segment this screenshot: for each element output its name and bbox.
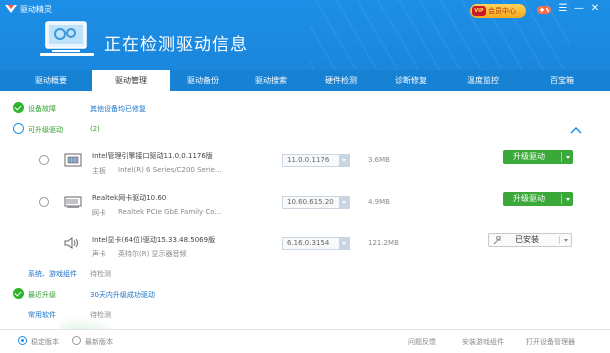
- menu-button[interactable]: ☰: [557, 3, 569, 15]
- version-dropdown[interactable]: 10.60.615.20: [282, 196, 350, 209]
- page-title: 正在检测驱动信息: [104, 35, 248, 55]
- button-divider: [559, 236, 560, 244]
- driver-name: Realtek网卡驱动10.60: [92, 194, 167, 202]
- success-check-icon: [13, 288, 24, 299]
- minimize-button[interactable]: —: [573, 3, 585, 15]
- installed-label: 已安装: [515, 235, 539, 244]
- tab-diagnose-repair[interactable]: 诊断修复: [376, 70, 446, 91]
- app-name: 驱动精灵: [20, 5, 52, 14]
- wrench-icon: [493, 236, 502, 245]
- caret-down-icon[interactable]: [566, 198, 570, 203]
- tab-toolbox[interactable]: 百宝箱: [524, 70, 600, 91]
- system-components-status: 待检测: [90, 270, 111, 278]
- caret-down-icon[interactable]: [566, 156, 570, 161]
- devices-repaired-link[interactable]: 其他设备均已修复: [90, 104, 146, 114]
- upgradable-drivers-label: 可升级驱动: [28, 126, 63, 134]
- tab-driver-backup[interactable]: 驱动备份: [168, 70, 238, 91]
- common-software-label[interactable]: 常用软件: [28, 310, 56, 320]
- upgrade-driver-button[interactable]: 升级驱动: [503, 150, 573, 164]
- success-check-icon: [13, 102, 24, 113]
- tab-hardware-detect[interactable]: 硬件检测: [306, 70, 376, 91]
- version-value: 10.60.615.20: [287, 198, 334, 206]
- driver-device-name: Intel(R) 6 Series/C200 Serie...: [118, 166, 222, 174]
- driver-type-label: 主板: [92, 167, 106, 175]
- open-device-manager-link[interactable]: 打开设备管理器: [526, 337, 575, 347]
- installed-button[interactable]: 已安装: [488, 233, 572, 247]
- button-divider: [561, 152, 562, 162]
- footer-bar: 稳定版本 最新版本 问题反馈 安装游戏组件 打开设备管理器: [0, 329, 610, 353]
- vip-center-label: 会员中心: [488, 7, 516, 15]
- version-dropdown[interactable]: 6.16.0.3154: [282, 237, 350, 250]
- close-button[interactable]: ✕: [589, 3, 601, 15]
- vip-mark: VIP: [472, 6, 486, 16]
- driver-name: Intel管理引擎接口驱动11.0.0.1176版: [92, 152, 213, 160]
- driver-type-label: 网卡: [92, 209, 106, 217]
- upgrade-driver-label: 升级驱动: [513, 194, 545, 203]
- driver-select-radio[interactable]: [39, 197, 49, 207]
- pending-circle-icon: [13, 123, 24, 134]
- caret-down-icon[interactable]: [564, 239, 568, 244]
- latest-version-radio[interactable]: [72, 336, 81, 345]
- driver-device-name: Realtek PCIe GbE Family Co...: [118, 208, 222, 216]
- upgrade-driver-label: 升级驱动: [513, 152, 545, 161]
- speaker-icon: [64, 237, 78, 249]
- driver-name: Intel显卡(64位)驱动15.33.48.5069版: [92, 236, 216, 244]
- tab-driver-search[interactable]: 驱动搜索: [236, 70, 306, 91]
- version-value: 11.0.0.1176: [287, 156, 330, 164]
- driver-type-label: 声卡: [92, 250, 106, 258]
- dropdown-arrow-icon: [339, 155, 349, 166]
- tab-temperature-monitor[interactable]: 温度监控: [446, 70, 520, 91]
- dropdown-arrow-icon: [339, 238, 349, 249]
- gamepad-icon[interactable]: [537, 5, 551, 15]
- driver-size: 3.6MB: [368, 156, 390, 164]
- recent-upgrades-link[interactable]: 30天内升级成功驱动: [90, 290, 155, 300]
- app-logo-icon: [5, 5, 17, 13]
- version-dropdown[interactable]: 11.0.0.1176: [282, 154, 350, 167]
- driver-size: 121.2MB: [368, 239, 399, 247]
- stable-version-radio[interactable]: [18, 336, 27, 345]
- driver-select-radio[interactable]: [39, 155, 49, 165]
- recent-upgrades-label: 最近升级: [28, 291, 56, 299]
- version-value: 6.16.0.3154: [287, 239, 330, 247]
- tab-bar: 驱动概要 驱动管理 驱动备份 驱动搜索 硬件检测 诊断修复 温度监控 百宝箱: [0, 70, 610, 91]
- install-game-components-link[interactable]: 安装游戏组件: [462, 337, 504, 347]
- device-fault-label: 设备故障: [28, 105, 56, 113]
- upgrade-driver-button[interactable]: 升级驱动: [503, 192, 573, 206]
- monitor-scan-icon: [40, 21, 94, 56]
- button-divider: [561, 194, 562, 204]
- network-card-icon: [64, 196, 82, 208]
- collapse-chevron-icon[interactable]: [570, 126, 582, 134]
- latest-version-label: 最新版本: [85, 338, 113, 346]
- tab-driver-management[interactable]: 驱动管理: [92, 70, 170, 91]
- stable-version-label: 稳定版本: [31, 338, 59, 346]
- app-header: 驱动精灵 正在检测驱动信息 VIP 会员中心 ☰ — ✕: [0, 0, 610, 70]
- vip-center-button[interactable]: VIP 会员中心: [470, 4, 526, 18]
- dropdown-arrow-icon: [339, 197, 349, 208]
- chip-icon: [64, 153, 82, 167]
- system-game-components-label[interactable]: 系统、游戏组件: [28, 269, 77, 279]
- upgradable-drivers-count: (2): [90, 125, 100, 133]
- tab-driver-overview[interactable]: 驱动概要: [16, 70, 86, 91]
- driver-device-name: 英特尔(R) 显示器音频: [118, 250, 187, 258]
- driver-size: 4.9MB: [368, 198, 390, 206]
- feedback-link[interactable]: 问题反馈: [408, 337, 436, 347]
